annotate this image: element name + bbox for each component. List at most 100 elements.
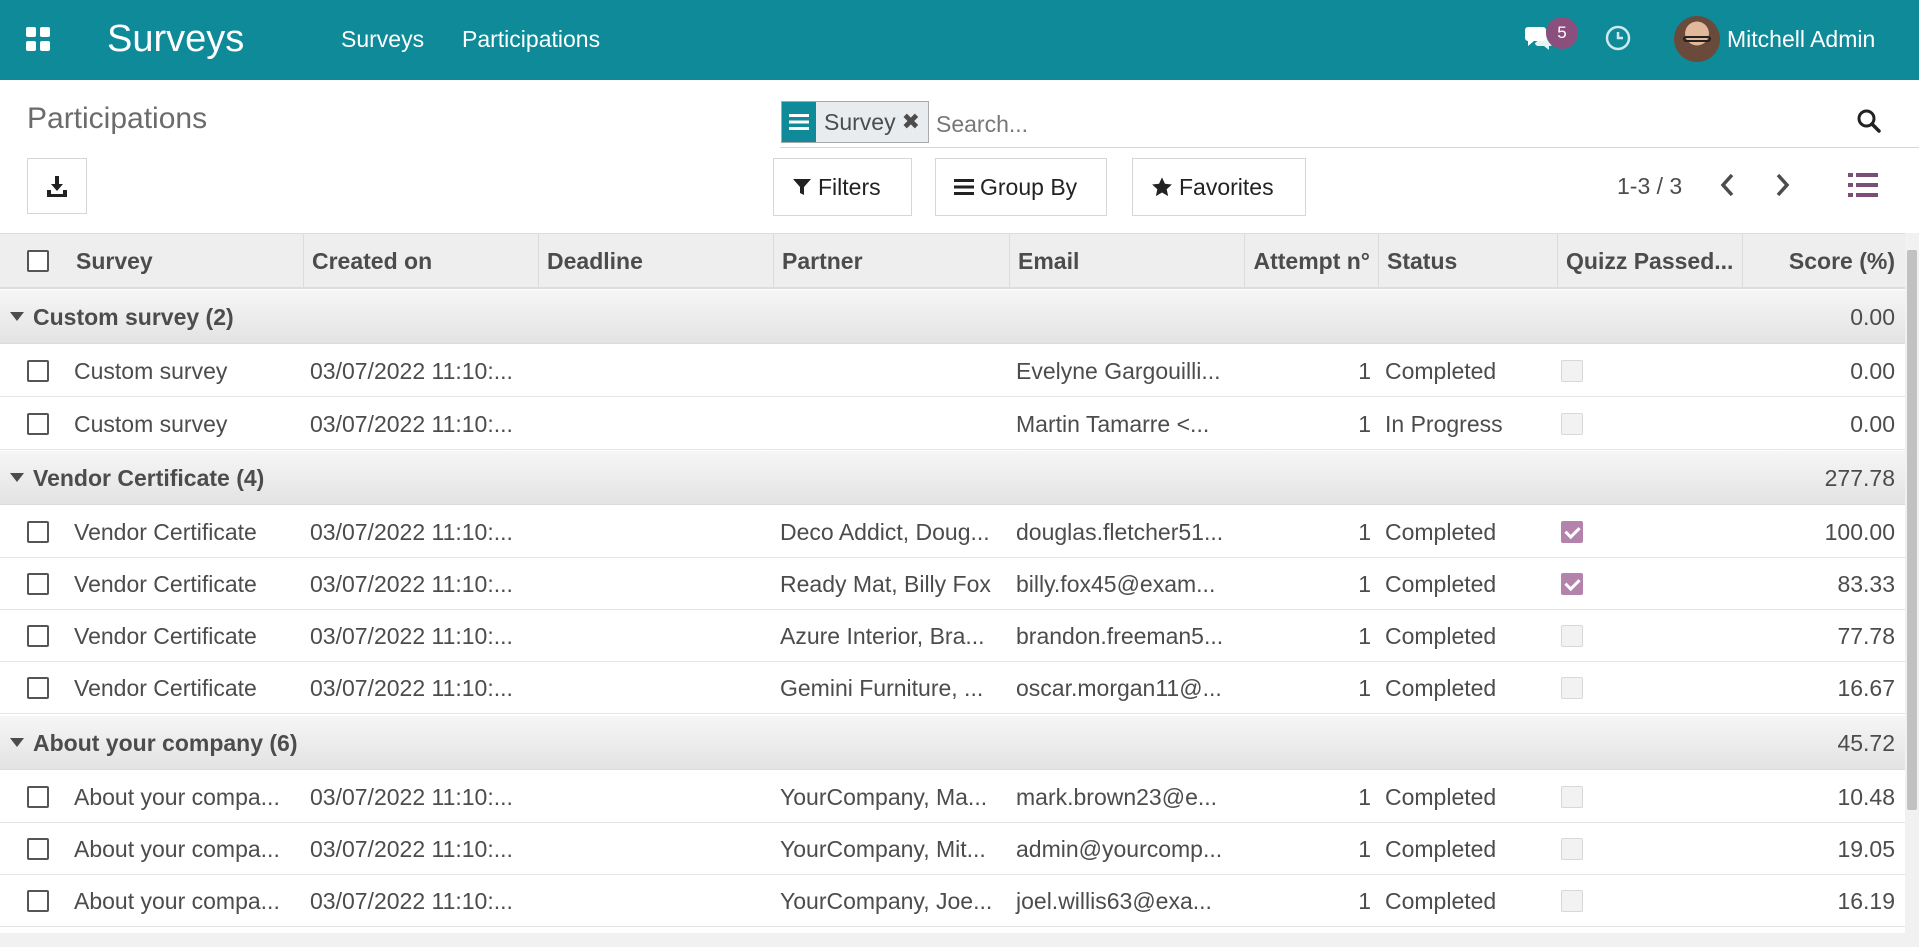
bars-icon	[954, 179, 974, 195]
table-row[interactable]: Vendor Certificate 03/07/2022 11:10:... …	[0, 662, 1905, 714]
group-row-custom-survey[interactable]: Custom survey (2) 0.00	[0, 290, 1905, 344]
group-name: About your company (6)	[33, 730, 298, 756]
filters-label: Filters	[818, 173, 881, 200]
column-header-score[interactable]: Score (%)	[1743, 234, 1905, 288]
select-all-checkbox[interactable]	[27, 250, 49, 272]
pager-next-icon[interactable]	[1771, 170, 1793, 205]
table-row[interactable]: Custom survey 03/07/2022 11:10:... Marti…	[0, 398, 1905, 450]
download-button[interactable]	[27, 158, 87, 214]
favorites-label: Favorites	[1179, 173, 1274, 200]
cell-survey: About your compa...	[74, 888, 280, 914]
quizz-passed-checkbox	[1561, 413, 1583, 435]
row-checkbox[interactable]	[27, 625, 49, 647]
row-checkbox[interactable]	[27, 360, 49, 382]
column-header-quizz-passed[interactable]: Quizz Passed...	[1558, 234, 1743, 288]
table-row[interactable]: Custom survey 03/07/2022 11:10:... Evely…	[0, 345, 1905, 397]
column-header-status[interactable]: Status	[1379, 234, 1558, 288]
cell-email: oscar.morgan11@...	[1016, 675, 1222, 701]
table-header: Survey Created on Deadline Partner Email…	[0, 233, 1905, 289]
cell-attempt: 1	[1358, 675, 1371, 701]
cell-created-on: 03/07/2022 11:10:...	[310, 675, 513, 701]
search-icon[interactable]	[1856, 108, 1882, 139]
filters-button[interactable]: Filters	[773, 158, 912, 216]
clock-icon[interactable]	[1605, 25, 1631, 56]
table-row[interactable]: Vendor Certificate 03/07/2022 11:10:... …	[0, 610, 1905, 662]
cell-score: 0.00	[1850, 411, 1895, 437]
caret-down-icon	[10, 312, 24, 321]
cell-email: Evelyne Gargouilli...	[1016, 358, 1221, 384]
cell-partner: Azure Interior, Bra...	[780, 623, 985, 649]
cell-status: In Progress	[1385, 411, 1503, 437]
group-by-label: Group By	[980, 173, 1078, 200]
cell-attempt: 1	[1358, 623, 1371, 649]
column-header-partner[interactable]: Partner	[774, 234, 1010, 288]
row-checkbox[interactable]	[27, 838, 49, 860]
pager-value[interactable]: 1-3 / 3	[1617, 171, 1682, 201]
group-score: 0.00	[1850, 304, 1895, 330]
cell-created-on: 03/07/2022 11:10:...	[310, 623, 513, 649]
apps-menu-icon[interactable]	[26, 27, 50, 51]
cell-email: joel.willis63@exa...	[1016, 888, 1212, 914]
list-view-icon[interactable]	[1848, 172, 1878, 203]
favorites-button[interactable]: Favorites	[1132, 158, 1306, 216]
table-row[interactable]: About your compa... 03/07/2022 11:10:...…	[0, 875, 1905, 927]
cell-partner: YourCompany, Ma...	[780, 784, 988, 810]
search-input[interactable]	[934, 104, 1838, 144]
quizz-passed-checkbox	[1561, 521, 1583, 543]
row-checkbox[interactable]	[27, 890, 49, 912]
menu-participations[interactable]: Participations	[462, 25, 600, 53]
row-checkbox[interactable]	[27, 521, 49, 543]
cell-partner: Gemini Furniture, ...	[780, 675, 984, 701]
column-header-created-on[interactable]: Created on	[304, 234, 539, 288]
cell-email: billy.fox45@exam...	[1016, 571, 1216, 597]
column-header-survey[interactable]: Survey	[68, 234, 304, 288]
cell-created-on: 03/07/2022 11:10:...	[310, 571, 513, 597]
quizz-passed-checkbox	[1561, 625, 1583, 647]
horizontal-scrollbar[interactable]	[0, 933, 1905, 947]
quizz-passed-checkbox	[1561, 573, 1583, 595]
cell-email: mark.brown23@e...	[1016, 784, 1218, 810]
cell-attempt: 1	[1358, 519, 1371, 545]
cell-survey: Vendor Certificate	[74, 519, 257, 545]
row-checkbox[interactable]	[27, 413, 49, 435]
menu-surveys[interactable]: Surveys	[341, 25, 424, 53]
table-row[interactable]: Vendor Certificate 03/07/2022 11:10:... …	[0, 558, 1905, 610]
cell-status: Completed	[1385, 358, 1497, 384]
table-row[interactable]: Vendor Certificate 03/07/2022 11:10:... …	[0, 506, 1905, 558]
cell-score: 0.00	[1850, 358, 1895, 384]
cell-survey: About your compa...	[74, 836, 280, 862]
row-checkbox[interactable]	[27, 573, 49, 595]
table-row[interactable]: About your compa... 03/07/2022 11:10:...…	[0, 823, 1905, 875]
avatar[interactable]	[1674, 16, 1720, 62]
cell-created-on: 03/07/2022 11:10:...	[310, 411, 513, 437]
quizz-passed-checkbox	[1561, 786, 1583, 808]
pager-previous-icon[interactable]	[1717, 170, 1739, 205]
vertical-scrollbar-thumb[interactable]	[1907, 250, 1917, 810]
app-title[interactable]: Surveys	[107, 17, 244, 61]
row-checkbox[interactable]	[27, 677, 49, 699]
group-row-about-your-company[interactable]: About your company (6) 45.72	[0, 716, 1905, 770]
cell-score: 83.33	[1837, 571, 1895, 597]
column-header-email[interactable]: Email	[1010, 234, 1245, 288]
quizz-passed-checkbox	[1561, 838, 1583, 860]
group-score: 277.78	[1824, 465, 1895, 491]
group-by-button[interactable]: Group By	[935, 158, 1107, 216]
table-row[interactable]: About your compa... 03/07/2022 11:10:...…	[0, 771, 1905, 823]
cell-created-on: 03/07/2022 11:10:...	[310, 358, 513, 384]
cell-attempt: 1	[1358, 411, 1371, 437]
column-header-deadline[interactable]: Deadline	[539, 234, 774, 288]
search-facet-survey[interactable]: Survey ✖	[781, 101, 930, 143]
user-name[interactable]: Mitchell Admin	[1727, 24, 1875, 54]
cell-status: Completed	[1385, 888, 1497, 914]
cell-score: 19.05	[1837, 836, 1895, 862]
row-checkbox[interactable]	[27, 786, 49, 808]
messages-count-badge: 5	[1546, 17, 1578, 49]
group-by-facet-icon	[782, 102, 816, 142]
cell-survey: Vendor Certificate	[74, 623, 257, 649]
facet-label: Survey	[824, 109, 896, 135]
facet-remove-icon[interactable]: ✖	[902, 102, 928, 142]
column-header-attempt[interactable]: Attempt n°	[1245, 234, 1379, 288]
cell-status: Completed	[1385, 571, 1497, 597]
group-row-vendor-certificate[interactable]: Vendor Certificate (4) 277.78	[0, 451, 1905, 505]
quizz-passed-checkbox	[1561, 677, 1583, 699]
